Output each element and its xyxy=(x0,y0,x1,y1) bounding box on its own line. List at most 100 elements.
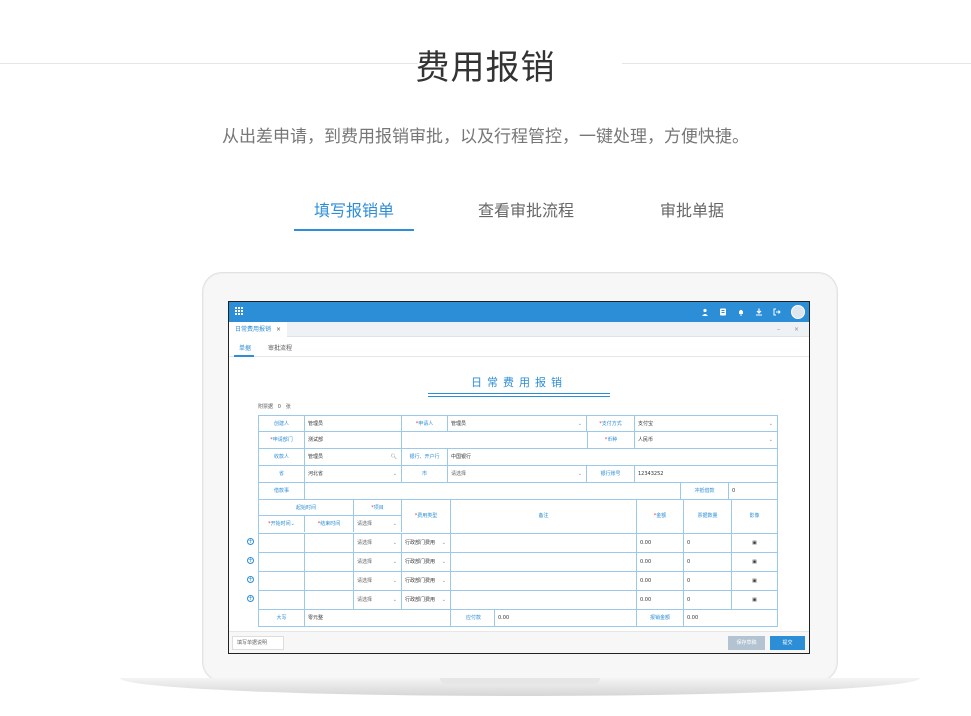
table-row: + 请选择 ⌄ 行政部门费用 ⌄ 0.00 0 ▣ xyxy=(247,534,778,553)
project-header-select[interactable]: 请选择 ⌄ xyxy=(354,516,402,532)
logout-icon[interactable] xyxy=(773,308,781,316)
end-time-cell[interactable] xyxy=(305,572,354,590)
amount-header: *金额 xyxy=(637,500,684,533)
close-icon[interactable]: × xyxy=(276,322,281,337)
form-row-payee: 收款人 管理员 🔍︎ 银行、开户行 中国银行 xyxy=(258,449,778,466)
feature-tabs: 填写报销单 查看审批流程 审批单据 xyxy=(0,200,971,234)
payee-label: 收款人 xyxy=(259,449,305,465)
tab-fill-form[interactable]: 填写报销单 xyxy=(294,200,414,232)
add-row-icon[interactable]: + xyxy=(247,595,254,602)
start-time-cell[interactable] xyxy=(259,534,305,552)
image-icon[interactable]: ▣ xyxy=(732,572,777,590)
active-tab-indicator xyxy=(294,229,414,231)
app-screen: 日常费用报销 × – × 单据 审批流程 日常费用报销 附票据 0 张 创建人 … xyxy=(228,301,810,654)
user-icon[interactable] xyxy=(701,308,709,316)
account-value[interactable]: 12343252 xyxy=(635,466,777,482)
payee-input[interactable]: 管理员 🔍︎ xyxy=(305,449,402,465)
document-icon[interactable] xyxy=(719,308,727,316)
applicant-select[interactable]: 管理员 ⌄ xyxy=(448,416,587,432)
receipt-count-cell[interactable]: 0 xyxy=(684,572,732,590)
form-row-reason: 借款事 冲抵借款 0 xyxy=(258,483,778,500)
payment-select[interactable]: 支付宝 ⌄ xyxy=(635,416,777,432)
remark-cell[interactable] xyxy=(451,591,637,609)
amount-cell[interactable]: 0.00 xyxy=(637,591,684,609)
end-time-cell[interactable] xyxy=(305,534,354,552)
dept-label: *申请部门 xyxy=(259,432,305,448)
remark-cell[interactable] xyxy=(451,553,637,571)
search-icon[interactable]: 🔍︎ xyxy=(391,449,397,465)
form-footer: 填写单据说明 保存草稿 提交 xyxy=(229,631,809,653)
attachment-label: 附票据 xyxy=(258,404,274,410)
amount-cell[interactable]: 0.00 xyxy=(637,553,684,571)
expense-type-select[interactable]: 行政部门费用 ⌄ xyxy=(402,553,451,571)
image-icon[interactable]: ▣ xyxy=(732,553,777,571)
page-title: 费用报销 xyxy=(415,48,556,88)
add-row-icon[interactable]: + xyxy=(247,538,254,545)
attachment-unit: 张 xyxy=(285,404,291,410)
end-time-cell[interactable] xyxy=(305,591,354,609)
table-row: + 请选择 ⌄ 行政部门费用 ⌄ 0.00 0 ▣ xyxy=(247,553,778,572)
city-select[interactable]: 请选择 ⌄ xyxy=(448,466,587,482)
dept-value[interactable]: 测试部 xyxy=(305,432,402,448)
project-select[interactable]: 请选择 ⌄ xyxy=(354,553,402,571)
start-time-cell[interactable] xyxy=(259,591,305,609)
bank-value[interactable]: 中国银行 xyxy=(448,449,777,465)
apps-grid-icon[interactable] xyxy=(235,307,244,316)
image-icon[interactable]: ▣ xyxy=(732,534,777,552)
amount-cell[interactable]: 0.00 xyxy=(637,572,684,590)
expense-type-select[interactable]: 行政部门费用 ⌄ xyxy=(402,591,451,609)
tab-document[interactable]: 单据 xyxy=(239,343,251,352)
receipt-count-cell[interactable]: 0 xyxy=(684,534,732,552)
doc-tab-expense[interactable]: 日常费用报销 × xyxy=(229,322,287,337)
tab-approve-docs[interactable]: 审批单据 xyxy=(632,200,752,232)
receipt-count-cell[interactable]: 0 xyxy=(684,591,732,609)
time-range-header: 起始时间 xyxy=(259,500,354,516)
add-row-icon[interactable]: + xyxy=(247,576,254,583)
expense-type-select[interactable]: 行政部门费用 ⌄ xyxy=(402,534,451,552)
submit-button[interactable]: 提交 xyxy=(770,636,805,650)
end-time-cell[interactable] xyxy=(305,553,354,571)
project-select[interactable]: 请选择 ⌄ xyxy=(354,534,402,552)
remark-header: 备注 xyxy=(451,500,637,533)
window-controls[interactable]: – × xyxy=(777,322,805,337)
description-input[interactable]: 填写单据说明 xyxy=(232,636,284,650)
receipt-count-cell[interactable]: 0 xyxy=(684,553,732,571)
bell-icon[interactable] xyxy=(737,308,745,316)
province-select[interactable]: 河北省 ⌄ xyxy=(305,466,402,482)
avatar[interactable] xyxy=(791,305,805,319)
offset-value[interactable]: 0 xyxy=(729,483,777,499)
start-time-header[interactable]: *开始时间⌄ xyxy=(259,516,305,532)
save-draft-button[interactable]: 保存草稿 xyxy=(728,636,765,650)
start-time-cell[interactable] xyxy=(259,572,305,590)
form-subtabs: 单据 审批流程 xyxy=(229,337,809,357)
tab-approval-flow[interactable]: 查看审批流程 xyxy=(466,200,586,232)
remark-cell[interactable] xyxy=(451,572,637,590)
add-row-icon[interactable]: + xyxy=(247,557,254,564)
currency-select[interactable]: 人民币 ⌄ xyxy=(635,432,777,448)
download-icon[interactable] xyxy=(755,308,763,316)
payable-value: 0.00 xyxy=(495,610,637,626)
form-row-location: 省 河北省 ⌄ 市 请选择 ⌄ 银行账号 12343252 xyxy=(258,466,778,483)
image-header: 影像 xyxy=(749,513,760,519)
payable-label: 应付款 xyxy=(453,610,495,626)
remark-cell[interactable] xyxy=(451,534,637,552)
expense-type-select[interactable]: 行政部门费用 ⌄ xyxy=(402,572,451,590)
project-select[interactable]: 请选择 ⌄ xyxy=(354,572,402,590)
creator-value: 管理员 xyxy=(305,416,402,432)
uppercase-value: 零元整 xyxy=(305,610,451,626)
document-tabs: 日常费用报销 × – × xyxy=(229,322,809,337)
app-topbar xyxy=(229,302,809,322)
project-select[interactable]: 请选择 ⌄ xyxy=(354,591,402,609)
start-time-cell[interactable] xyxy=(259,553,305,571)
reason-input[interactable] xyxy=(305,483,681,499)
table-row: + 请选择 ⌄ 行政部门费用 ⌄ 0.00 0 ▣ xyxy=(247,591,778,610)
attachment-number: 0 xyxy=(277,404,281,410)
tab-approval-process[interactable]: 审批流程 xyxy=(268,343,292,352)
reimb-value: 0.00 xyxy=(687,615,699,621)
doc-tab-label: 日常费用报销 xyxy=(235,326,272,333)
subtab-indicator xyxy=(234,355,254,357)
amount-cell[interactable]: 0.00 xyxy=(637,534,684,552)
form-row-creator: 创建人 管理员 *申请人 管理员 ⌄ *支付方式 支付宝 ⌄ xyxy=(258,415,778,432)
image-icon[interactable]: ▣ xyxy=(732,591,777,609)
bank-label: 银行、开户行 xyxy=(402,449,448,465)
